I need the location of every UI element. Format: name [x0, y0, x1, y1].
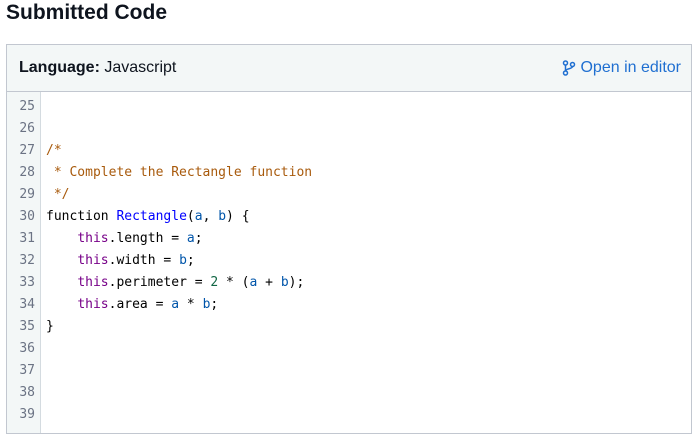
code-line: }	[46, 316, 691, 338]
line-number: 28	[19, 165, 35, 180]
code-token: (	[186, 209, 195, 224]
line-number: 29	[19, 187, 35, 202]
line-number: 38	[19, 385, 35, 400]
branch-icon	[563, 60, 576, 76]
language-label: Language:	[19, 59, 100, 76]
code-line: */	[46, 184, 691, 206]
line-number-gutter: 25 26 27 28 29 30 31 32 33 34 35 36 37 38 39	[7, 92, 41, 433]
code-token: );	[288, 275, 305, 290]
code-token: b	[218, 209, 227, 224]
code-line: this.area = a * b;	[46, 294, 691, 316]
open-in-editor-label: Open in editor	[580, 59, 681, 76]
line-number: 34	[19, 297, 35, 312]
line-number: 37	[19, 363, 35, 378]
code-token: this	[77, 275, 109, 290]
code-token: .length =	[108, 231, 187, 246]
code-token: ;	[194, 231, 203, 246]
code-token: this	[77, 253, 109, 268]
code-line: this.width = b;	[46, 250, 691, 272]
code-token: ) {	[226, 209, 250, 224]
code-token: Rectangle	[116, 209, 187, 224]
line-number: 39	[19, 407, 35, 422]
code-token: a	[194, 209, 203, 224]
line-number: 33	[19, 275, 35, 290]
code-token: function	[46, 209, 117, 224]
line-number: 27	[19, 143, 35, 158]
line-number: 30	[19, 209, 35, 224]
code-token: .width =	[108, 253, 180, 268]
code-content: /* * Complete the Rectangle function */ f…	[41, 92, 691, 433]
code-token: b	[280, 275, 289, 290]
code-token: }	[46, 319, 54, 334]
code-token: a	[171, 297, 180, 312]
code-token: this	[77, 297, 109, 312]
code-line: function Rectangle(a, b) {	[46, 206, 691, 228]
code-token: ;	[186, 253, 195, 268]
code-line: * Complete the Rectangle function	[46, 162, 691, 184]
code-token: +	[257, 275, 281, 290]
line-number: 26	[19, 121, 35, 136]
open-in-editor-link[interactable]: Open in editor	[562, 59, 681, 77]
code-line: this.perimeter = 2 * (a + b);	[46, 272, 691, 294]
code-line: /*	[46, 140, 691, 162]
code-token: b	[179, 253, 187, 268]
code-token: /*	[46, 143, 62, 158]
code-token: */	[46, 187, 70, 202]
line-number: 35	[19, 319, 35, 334]
code-token: ,	[202, 209, 219, 224]
line-number: 25	[19, 99, 35, 114]
code-token: .area =	[108, 297, 172, 312]
code-token: .perimeter =	[108, 275, 211, 290]
code-token: ;	[210, 297, 219, 312]
code-viewer[interactable]: 25 26 27 28 29 30 31 32 33 34 35 36 37 38 39 /* * Comp…	[7, 92, 691, 433]
page-title: Submitted Code	[6, 1, 167, 24]
code-token: * (	[218, 275, 250, 290]
code-token: this	[77, 231, 109, 246]
code-panel-header: Language: Javascript Open in editor	[7, 45, 691, 92]
code-token: *	[179, 297, 203, 312]
language-value: Javascript	[104, 59, 177, 76]
code-line: this.length = a;	[46, 228, 691, 250]
line-number: 36	[19, 341, 35, 356]
code-token: * Complete the Rectangle function	[46, 165, 313, 180]
line-number: 31	[19, 231, 35, 246]
submitted-code-panel: Language: Javascript Open in editor 25 26…	[6, 44, 692, 434]
language-indicator: Language: Javascript	[19, 59, 176, 77]
line-number: 32	[19, 253, 35, 268]
code-token: a	[186, 231, 195, 246]
